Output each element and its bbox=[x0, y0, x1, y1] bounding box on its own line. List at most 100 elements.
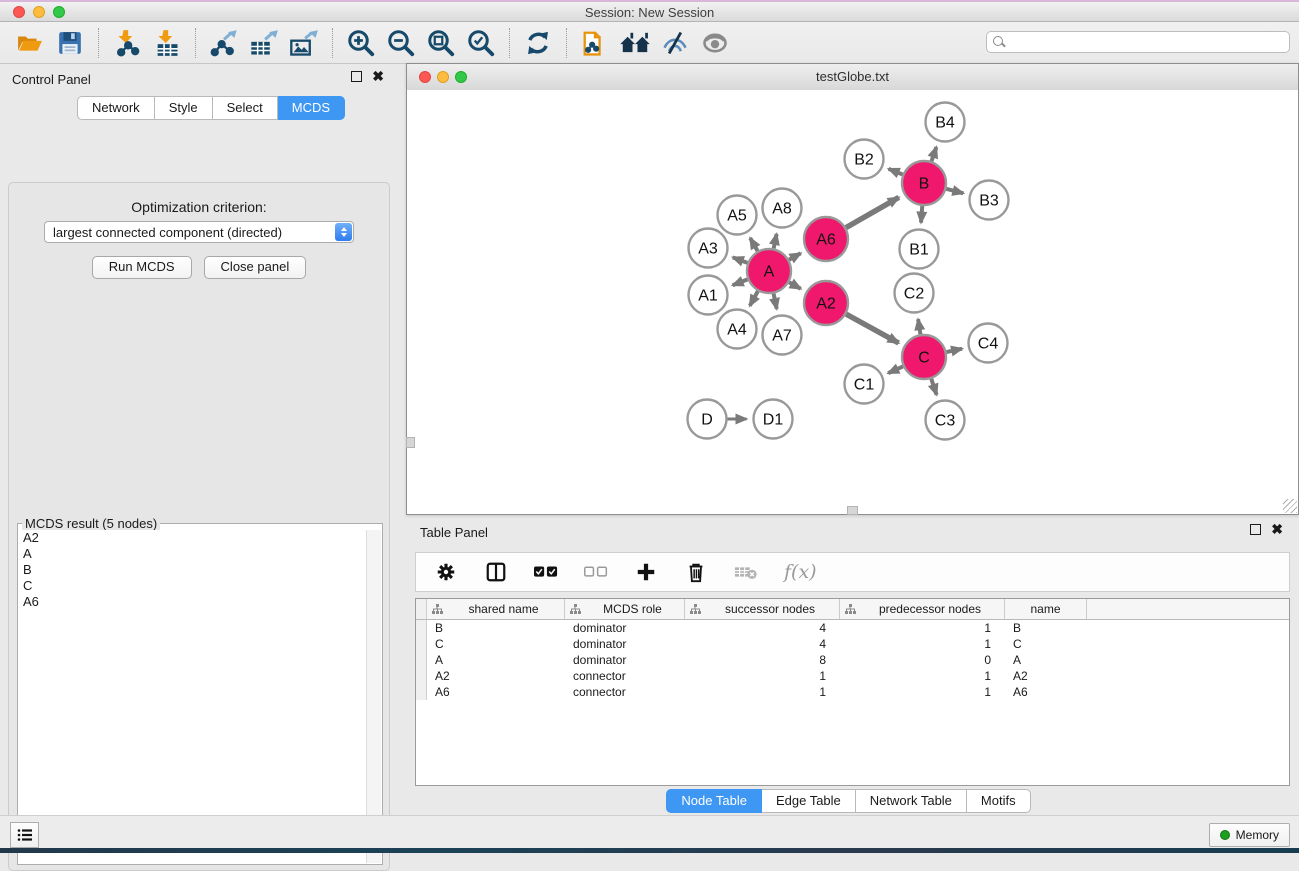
column-header-MCDS-role[interactable]: MCDS role bbox=[565, 599, 685, 619]
first-neighbors-icon[interactable] bbox=[615, 27, 655, 59]
graph-node-A3[interactable]: A3 bbox=[689, 229, 728, 268]
table-cell[interactable]: A2 bbox=[427, 669, 565, 683]
graph-edge-A-A3[interactable] bbox=[733, 257, 748, 263]
graph-edge-A-A2[interactable] bbox=[789, 282, 801, 289]
column-header-successor-nodes[interactable]: successor nodes bbox=[685, 599, 840, 619]
zoom-fit-icon[interactable] bbox=[421, 27, 461, 59]
graph-edge-A6-B[interactable] bbox=[846, 197, 899, 227]
table-cell[interactable]: A bbox=[427, 653, 565, 667]
close-panel-button[interactable]: Close panel bbox=[204, 256, 307, 279]
table-cell[interactable]: 8 bbox=[685, 653, 840, 667]
clone-network-icon[interactable] bbox=[575, 27, 615, 59]
graph-node-A[interactable]: A bbox=[747, 249, 791, 293]
table-cell[interactable]: connector bbox=[565, 685, 685, 699]
table-cell[interactable]: dominator bbox=[565, 621, 685, 635]
export-network-icon[interactable] bbox=[204, 27, 244, 59]
import-network-icon[interactable] bbox=[107, 27, 147, 59]
graph-node-A4[interactable]: A4 bbox=[718, 310, 757, 349]
table-cell[interactable]: dominator bbox=[565, 637, 685, 651]
graph-edge-B-B4[interactable] bbox=[931, 147, 936, 161]
graph-edge-A-A8[interactable] bbox=[774, 234, 777, 249]
tab-network[interactable]: Network bbox=[77, 96, 155, 120]
graph-edge-A-A1[interactable] bbox=[733, 279, 748, 285]
run-mcds-button[interactable]: Run MCDS bbox=[92, 256, 192, 279]
graph-node-C[interactable]: C bbox=[902, 335, 946, 379]
window-resize-handle-bottom[interactable] bbox=[847, 506, 858, 515]
graph-edge-A-A7[interactable] bbox=[774, 294, 777, 309]
table-cell[interactable]: A6 bbox=[1005, 685, 1087, 699]
mcds-result-item[interactable]: B bbox=[19, 562, 367, 578]
close-panel-icon[interactable]: ✖ bbox=[372, 71, 384, 82]
memory-button[interactable]: Memory bbox=[1209, 823, 1290, 847]
show-columns-icon[interactable] bbox=[484, 556, 508, 588]
float-panel-icon[interactable] bbox=[351, 71, 362, 82]
tab-edge-table[interactable]: Edge Table bbox=[762, 789, 856, 813]
zoom-in-icon[interactable] bbox=[341, 27, 381, 59]
mcds-result-item[interactable]: C bbox=[19, 578, 367, 594]
table-cell[interactable]: 4 bbox=[685, 637, 840, 651]
graph-node-B1[interactable]: B1 bbox=[900, 230, 939, 269]
save-session-icon[interactable] bbox=[50, 27, 90, 59]
result-list-scrollbar[interactable] bbox=[366, 530, 381, 863]
graph-node-A5[interactable]: A5 bbox=[718, 196, 757, 235]
open-session-icon[interactable] bbox=[10, 27, 50, 59]
mcds-result-item[interactable]: A bbox=[19, 546, 367, 562]
graph-edge-A-A4[interactable] bbox=[750, 291, 758, 306]
window-resize-grip[interactable] bbox=[1283, 499, 1297, 513]
graph-node-D1[interactable]: D1 bbox=[754, 400, 793, 439]
deselect-all-columns-icon[interactable] bbox=[584, 556, 608, 588]
tab-select[interactable]: Select bbox=[213, 96, 278, 120]
graph-edge-C-C3[interactable] bbox=[931, 379, 936, 395]
graph-node-A2[interactable]: A2 bbox=[804, 281, 848, 325]
show-details-eye-icon[interactable] bbox=[695, 27, 735, 59]
graph-node-C4[interactable]: C4 bbox=[969, 324, 1008, 363]
table-cell[interactable]: A bbox=[1005, 653, 1087, 667]
column-header-predecessor-nodes[interactable]: predecessor nodes bbox=[840, 599, 1005, 619]
table-cell[interactable]: 1 bbox=[840, 637, 1005, 651]
table-cell[interactable]: 4 bbox=[685, 621, 840, 635]
table-cell[interactable]: connector bbox=[565, 669, 685, 683]
tab-motifs[interactable]: Motifs bbox=[967, 789, 1031, 813]
table-cell[interactable]: B bbox=[427, 621, 565, 635]
tab-mcds[interactable]: MCDS bbox=[278, 96, 345, 120]
delete-table-icon[interactable] bbox=[734, 556, 758, 588]
graph-edge-B-B3[interactable] bbox=[946, 189, 963, 193]
network-canvas[interactable]: B4B2BB3A5A8A6A3B1AA1C2A2A4A7C4CC1C3DD1 bbox=[407, 90, 1298, 514]
refresh-icon[interactable] bbox=[518, 27, 558, 59]
task-history-button[interactable] bbox=[10, 822, 39, 848]
window-resize-handle-left[interactable] bbox=[406, 437, 415, 448]
table-cell[interactable]: A6 bbox=[427, 685, 565, 699]
function-builder-icon[interactable]: f(x) bbox=[784, 561, 817, 583]
graph-node-C1[interactable]: C1 bbox=[845, 365, 884, 404]
select-all-columns-icon[interactable] bbox=[534, 556, 558, 588]
table-cell[interactable]: C bbox=[427, 637, 565, 651]
graph-node-A7[interactable]: A7 bbox=[763, 316, 802, 355]
search-input[interactable] bbox=[986, 31, 1290, 53]
graph-node-C2[interactable]: C2 bbox=[895, 274, 934, 313]
table-cell[interactable]: 1 bbox=[840, 621, 1005, 635]
delete-column-trash-icon[interactable] bbox=[684, 556, 708, 588]
criterion-dropdown[interactable]: largest connected component (directed) bbox=[44, 221, 354, 243]
close-table-panel-icon[interactable]: ✖ bbox=[1271, 524, 1283, 535]
graph-node-A6[interactable]: A6 bbox=[804, 217, 848, 261]
graph-node-B[interactable]: B bbox=[902, 161, 946, 205]
tab-node-table[interactable]: Node Table bbox=[666, 789, 762, 813]
export-table-icon[interactable] bbox=[244, 27, 284, 59]
graph-edge-B-B2[interactable] bbox=[889, 169, 903, 175]
graph-node-A8[interactable]: A8 bbox=[763, 189, 802, 228]
graph-edge-A-A5[interactable] bbox=[750, 238, 757, 251]
tab-style[interactable]: Style bbox=[155, 96, 213, 120]
table-row[interactable]: Adominator80A bbox=[416, 652, 1289, 668]
table-cell[interactable]: dominator bbox=[565, 653, 685, 667]
table-cell[interactable]: 0 bbox=[840, 653, 1005, 667]
graph-edge-A2-C[interactable] bbox=[846, 314, 898, 343]
zoom-out-icon[interactable] bbox=[381, 27, 421, 59]
table-row[interactable]: A6connector11A6 bbox=[416, 684, 1289, 700]
graph-node-A1[interactable]: A1 bbox=[689, 276, 728, 315]
import-table-icon[interactable] bbox=[147, 27, 187, 59]
table-cell[interactable]: 1 bbox=[685, 669, 840, 683]
graph-node-B2[interactable]: B2 bbox=[845, 140, 884, 179]
graph-edge-C-C4[interactable] bbox=[946, 349, 962, 352]
table-cell[interactable]: A2 bbox=[1005, 669, 1087, 683]
graph-node-D[interactable]: D bbox=[688, 400, 727, 439]
